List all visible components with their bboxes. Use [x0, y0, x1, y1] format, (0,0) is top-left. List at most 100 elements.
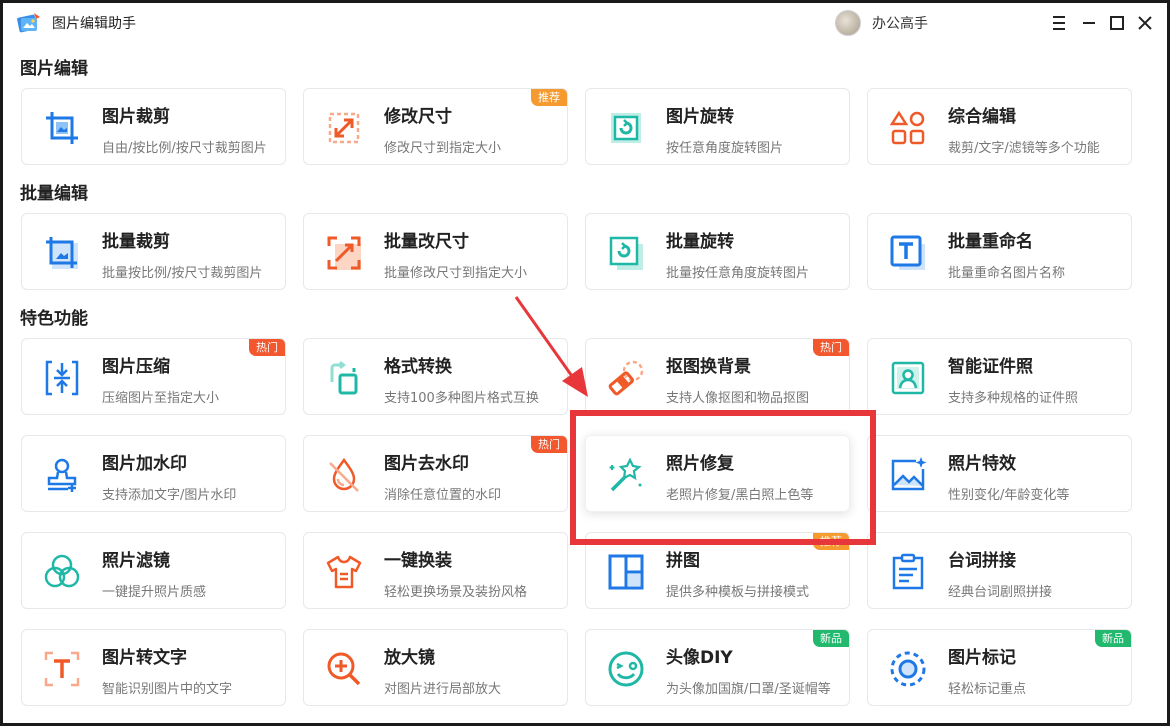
close-icon[interactable] [1134, 12, 1156, 34]
smiley-icon [606, 649, 646, 689]
tshirt-icon [324, 552, 364, 592]
rotate-icon [606, 108, 646, 148]
batch-rotate-icon [606, 233, 646, 273]
card-batch-crop[interactable]: 批量裁剪 批量按比例/按尺寸裁剪图片 [21, 213, 286, 290]
clipboard-icon [888, 552, 928, 592]
id-photo-icon [888, 358, 928, 398]
recommend-badge: 推荐 [531, 89, 567, 106]
resize-icon [324, 108, 364, 148]
card-desc: 按任意角度旋转图片 [666, 141, 784, 156]
collage-icon [606, 552, 646, 592]
card-title: 图片标记 [948, 648, 1016, 668]
card-title: 图片旋转 [666, 107, 734, 127]
card-desc: 批量按任意角度旋转图片 [666, 266, 810, 281]
card-rotate[interactable]: 图片旋转 按任意角度旋转图片 [585, 88, 850, 165]
card-title: 批量裁剪 [102, 232, 170, 252]
card-desc: 轻松更换场景及装扮风格 [384, 585, 528, 600]
minimize-icon[interactable] [1078, 12, 1100, 34]
hot-badge: 热门 [249, 339, 285, 356]
card-image-crop[interactable]: 图片裁剪 自由/按比例/按尺寸裁剪图片 [21, 88, 286, 165]
card-title: 批量旋转 [666, 232, 734, 252]
card-desc: 批量修改尺寸到指定大小 [384, 266, 528, 281]
card-desc: 批量重命名图片名称 [948, 266, 1066, 281]
batch-resize-icon [324, 233, 364, 273]
card-lines-collage[interactable]: 台词拼接 经典台词剧照拼接 [867, 532, 1132, 609]
card-batch-resize[interactable]: 批量改尺寸 批量修改尺寸到指定大小 [303, 213, 568, 290]
card-title: 格式转换 [384, 357, 452, 377]
card-desc: 支持添加文字/图片水印 [102, 488, 237, 503]
card-magnifier[interactable]: 放大镜 对图片进行局部放大 [303, 629, 568, 706]
stamp-icon [42, 455, 82, 495]
card-title: 图片转文字 [102, 648, 187, 668]
card-desc: 为头像加国旗/口罩/圣诞帽等 [666, 682, 831, 697]
hot-badge: 热门 [531, 436, 567, 453]
card-desc: 自由/按比例/按尺寸裁剪图片 [102, 141, 267, 156]
card-desc: 消除任意位置的水印 [384, 488, 502, 503]
card-title: 抠图换背景 [666, 357, 751, 377]
card-image-to-text[interactable]: 图片转文字 智能识别图片中的文字 [21, 629, 286, 706]
card-title: 图片加水印 [102, 454, 187, 474]
card-desc: 一键提升照片质感 [102, 585, 207, 600]
card-title: 图片压缩 [102, 357, 170, 377]
card-desc: 压缩图片至指定大小 [102, 391, 220, 406]
card-desc: 轻松标记重点 [948, 682, 1027, 697]
card-resize[interactable]: 修改尺寸 修改尺寸到指定大小 推荐 [303, 88, 568, 165]
card-title: 一键换装 [384, 551, 452, 571]
card-title: 照片特效 [948, 454, 1016, 474]
card-desc: 支持多种规格的证件照 [948, 391, 1079, 406]
card-desc: 智能识别图片中的文字 [102, 682, 233, 697]
card-cutout-background[interactable]: 抠图换背景 支持人像抠图和物品抠图 热门 [585, 338, 850, 415]
card-batch-rotate[interactable]: 批量旋转 批量按任意角度旋转图片 [585, 213, 850, 290]
section-title-edit: 图片编辑 [20, 59, 88, 79]
rename-icon [888, 233, 928, 273]
format-convert-icon [324, 358, 364, 398]
card-id-photo[interactable]: 智能证件照 支持多种规格的证件照 [867, 338, 1132, 415]
card-photo-effects[interactable]: 照片特效 性别变化/年龄变化等 [867, 435, 1132, 512]
app-window: 图片编辑助手 办公高手 图片编辑 批量编辑 特色功能 图片裁剪 自由/按比例/按… [3, 3, 1167, 723]
card-desc: 性别变化/年龄变化等 [948, 488, 1070, 503]
card-image-mark[interactable]: 图片标记 轻松标记重点 新品 [867, 629, 1132, 706]
avatar[interactable] [835, 10, 861, 36]
target-mark-icon [888, 649, 928, 689]
maximize-icon[interactable] [1106, 12, 1128, 34]
title-bar: 图片编辑助手 办公高手 [3, 3, 1167, 43]
app-logo-icon [15, 10, 41, 36]
crop-icon [42, 108, 82, 148]
card-desc: 提供多种模板与拼接模式 [666, 585, 810, 600]
cutout-eraser-icon [606, 358, 646, 398]
section-title-featured: 特色功能 [20, 309, 88, 329]
card-comprehensive-edit[interactable]: 综合编辑 裁剪/文字/滤镜等多个功能 [867, 88, 1132, 165]
username[interactable]: 办公高手 [872, 13, 928, 33]
card-compress[interactable]: 图片压缩 压缩图片至指定大小 热门 [21, 338, 286, 415]
card-add-watermark[interactable]: 图片加水印 支持添加文字/图片水印 [21, 435, 286, 512]
card-title: 批量重命名 [948, 232, 1033, 252]
card-batch-rename[interactable]: 批量重命名 批量重命名图片名称 [867, 213, 1132, 290]
card-title: 综合编辑 [948, 107, 1016, 127]
card-title: 批量改尺寸 [384, 232, 469, 252]
card-title: 图片去水印 [384, 454, 469, 474]
new-badge: 新品 [1095, 630, 1131, 647]
card-desc: 对图片进行局部放大 [384, 682, 502, 697]
new-badge: 新品 [813, 630, 849, 647]
photo-effects-icon [888, 455, 928, 495]
card-desc: 裁剪/文字/滤镜等多个功能 [948, 141, 1100, 156]
card-title: 头像DIY [666, 648, 733, 668]
batch-crop-icon [42, 233, 82, 273]
card-title: 放大镜 [384, 648, 435, 668]
card-photo-filter[interactable]: 照片滤镜 一键提升照片质感 [21, 532, 286, 609]
card-title: 智能证件照 [948, 357, 1033, 377]
shapes-icon [888, 108, 928, 148]
section-title-batch: 批量编辑 [20, 184, 88, 204]
card-avatar-diy[interactable]: 头像DIY 为头像加国旗/口罩/圣诞帽等 新品 [585, 629, 850, 706]
menu-icon[interactable] [1048, 12, 1070, 34]
filter-icon [42, 552, 82, 592]
annotation-highlight-box [570, 410, 876, 545]
card-desc: 批量按比例/按尺寸裁剪图片 [102, 266, 263, 281]
card-outfit-change[interactable]: 一键换装 轻松更换场景及装扮风格 [303, 532, 568, 609]
card-title: 拼图 [666, 551, 700, 571]
card-desc: 支持人像抠图和物品抠图 [666, 391, 810, 406]
ocr-icon [42, 649, 82, 689]
compress-icon [42, 358, 82, 398]
card-remove-watermark[interactable]: 图片去水印 消除任意位置的水印 热门 [303, 435, 568, 512]
card-desc: 经典台词剧照拼接 [948, 585, 1053, 600]
